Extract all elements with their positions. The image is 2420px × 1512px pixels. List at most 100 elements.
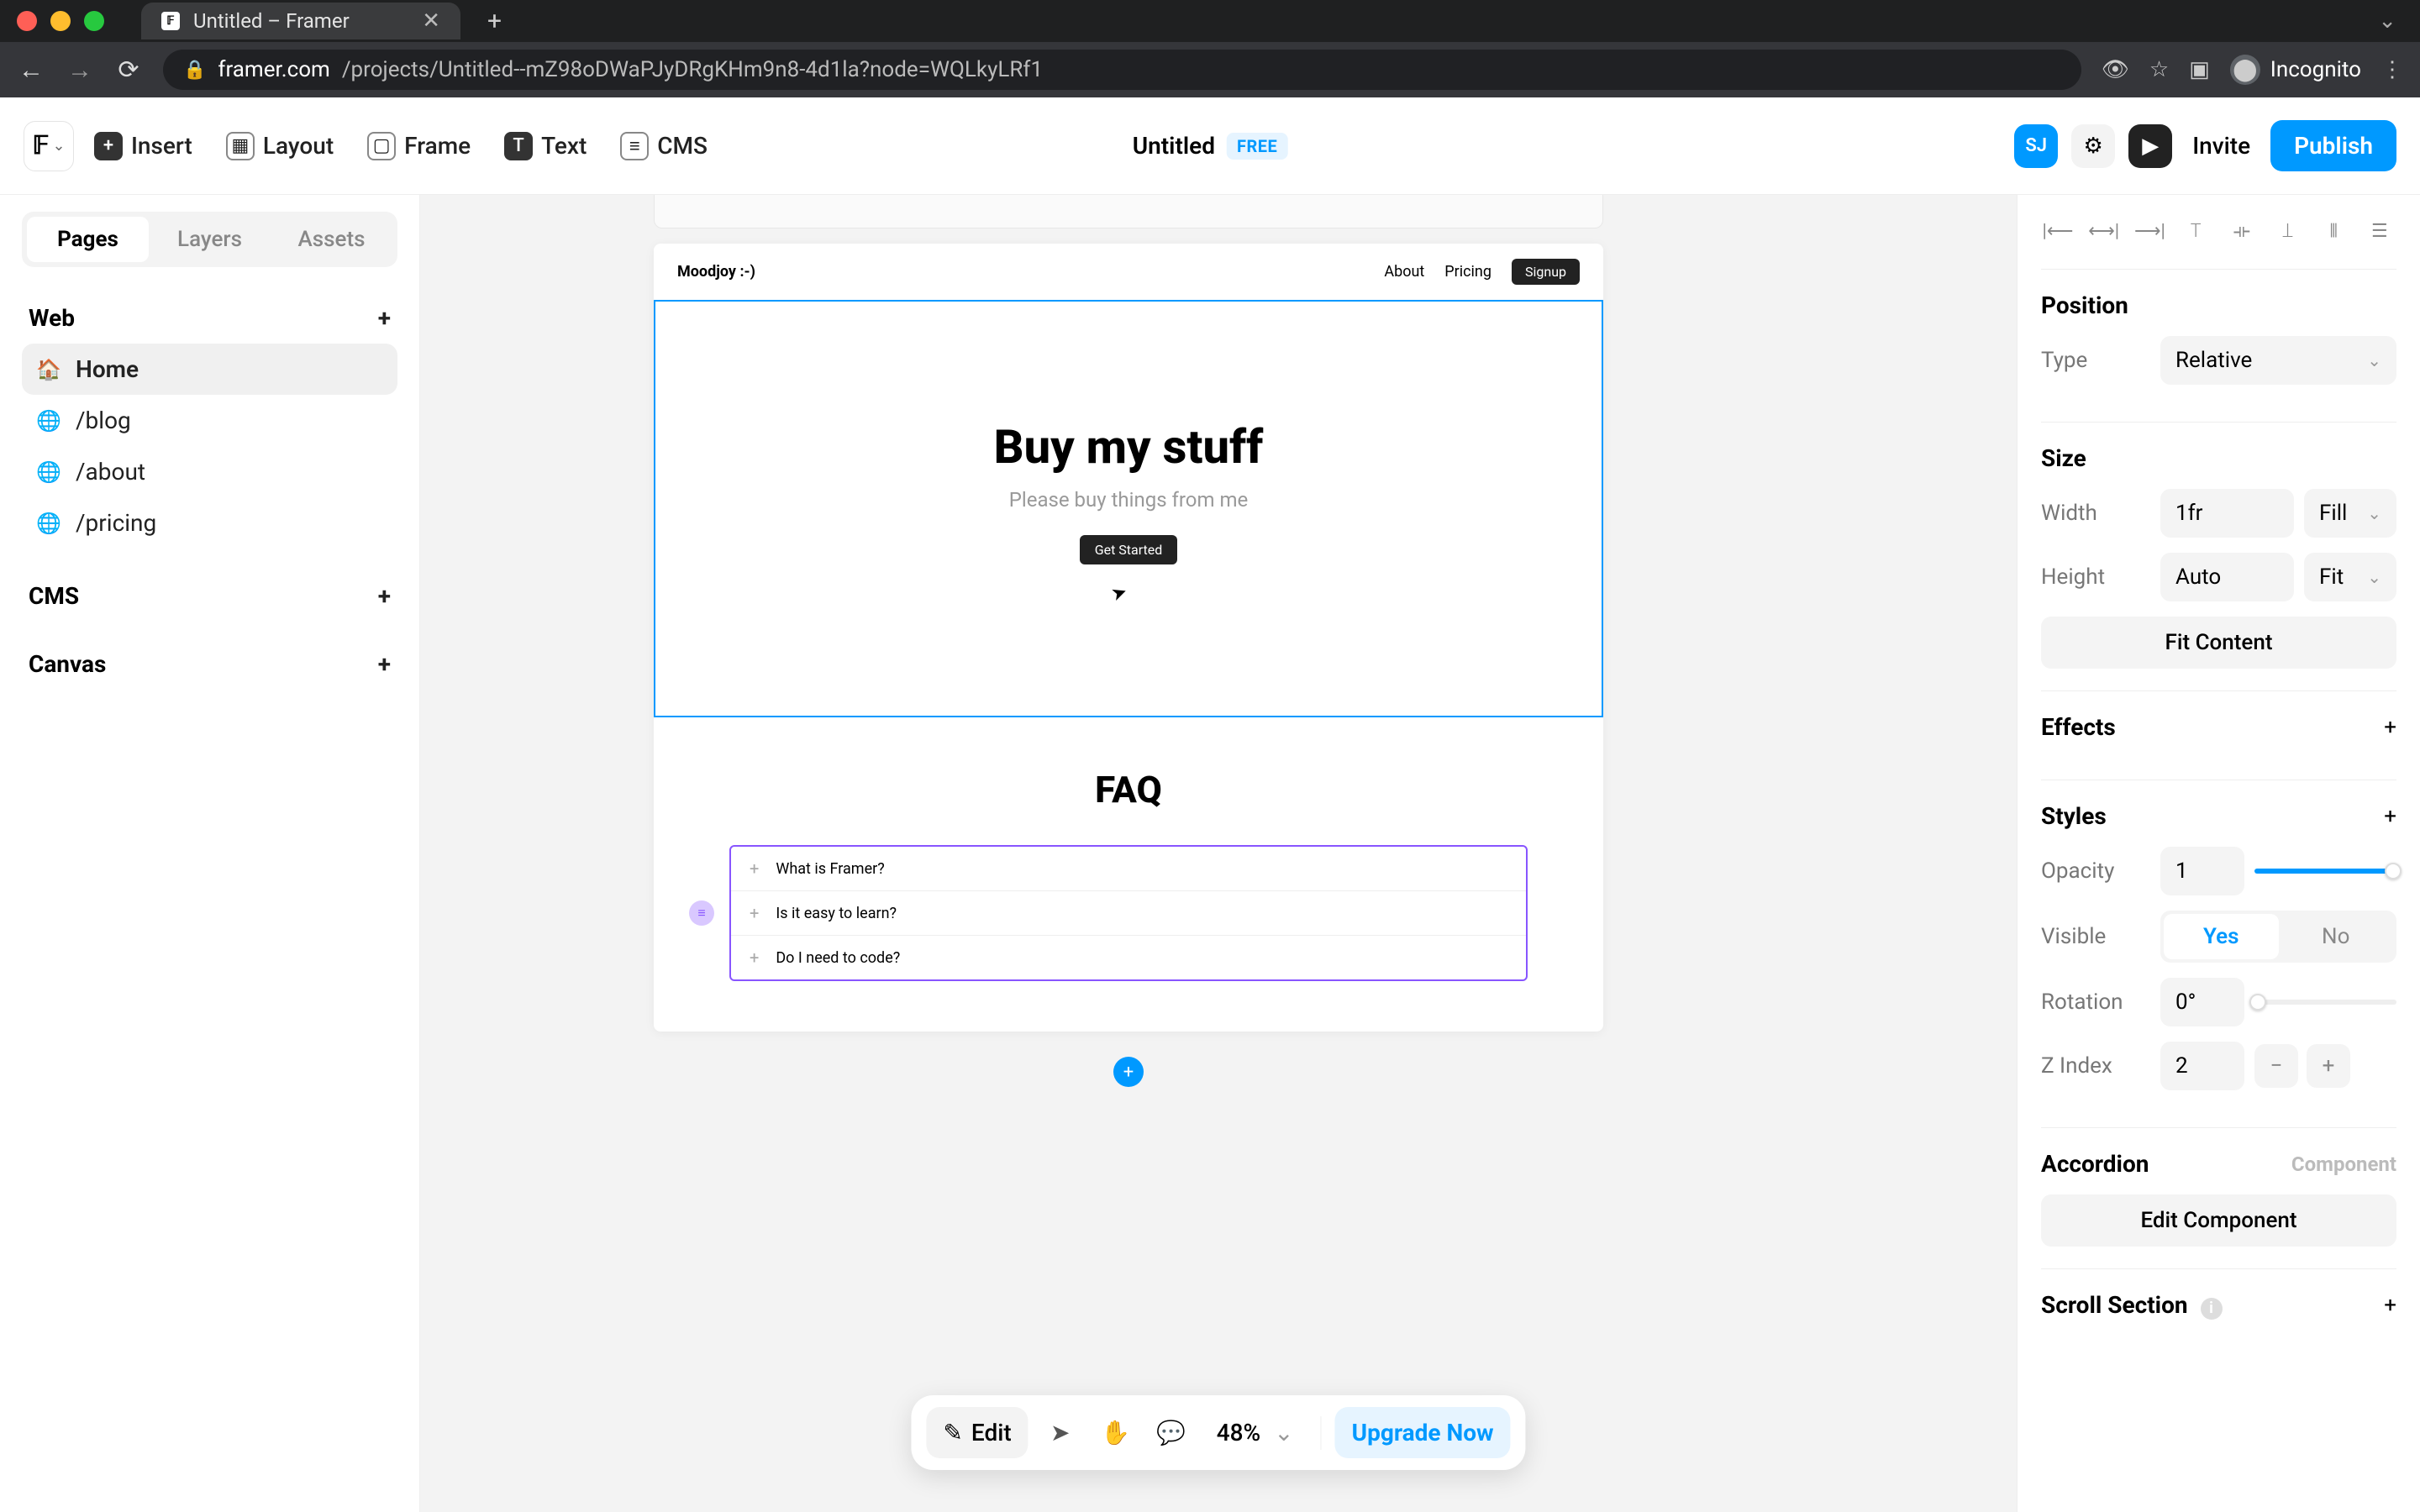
align-center-h-icon[interactable]: ⟷| bbox=[2087, 218, 2121, 244]
eye-off-icon[interactable]: 👁 bbox=[2102, 57, 2129, 82]
align-top-icon[interactable]: ⟙ bbox=[2179, 218, 2212, 244]
styles-title: Styles bbox=[2041, 802, 2107, 830]
visible-yes[interactable]: Yes bbox=[2164, 914, 2279, 959]
slider-thumb[interactable] bbox=[2385, 863, 2402, 879]
tabs-overflow-icon[interactable]: ⌄ bbox=[2378, 8, 2396, 34]
bookmark-star-icon[interactable]: ☆ bbox=[2149, 57, 2169, 82]
user-avatar[interactable]: SJ bbox=[2014, 124, 2058, 168]
hand-tool-button[interactable]: ✋ bbox=[1092, 1407, 1139, 1458]
left-sidebar: Pages Layers Assets Web + 🏠 Home 🌐 /blog… bbox=[0, 195, 420, 1512]
visible-no[interactable]: No bbox=[2279, 914, 2394, 959]
rotation-slider[interactable] bbox=[2254, 1000, 2396, 1005]
page-item-about[interactable]: 🌐 /about bbox=[22, 446, 397, 497]
rotation-input[interactable]: 0° bbox=[2160, 978, 2244, 1026]
hand-icon: ✋ bbox=[1101, 1419, 1130, 1446]
slider-thumb[interactable] bbox=[2249, 994, 2266, 1011]
page-item-blog[interactable]: 🌐 /blog bbox=[22, 395, 397, 446]
faq-section[interactable]: FAQ ≡ + What is Framer? + Is it easy to … bbox=[654, 717, 1603, 1032]
zindex-input[interactable]: 2 bbox=[2160, 1042, 2244, 1090]
framer-menu-button[interactable]: 𝔽 ⌄ bbox=[24, 121, 74, 171]
edit-component-button[interactable]: Edit Component bbox=[2041, 1194, 2396, 1247]
align-bottom-icon[interactable]: ⟘ bbox=[2271, 218, 2305, 244]
position-type-select[interactable]: Relative ⌄ bbox=[2160, 336, 2396, 385]
tab-pages[interactable]: Pages bbox=[27, 217, 149, 262]
close-tab-icon[interactable]: ✕ bbox=[422, 8, 440, 34]
globe-icon: 🌐 bbox=[37, 460, 60, 484]
zindex-decrement[interactable]: − bbox=[2254, 1044, 2298, 1088]
opacity-slider[interactable] bbox=[2254, 869, 2396, 874]
text-button[interactable]: T Text bbox=[491, 123, 600, 169]
comment-tool-button[interactable]: 💬 bbox=[1148, 1407, 1195, 1458]
component-handle-icon[interactable]: ≡ bbox=[689, 900, 714, 926]
doc-title[interactable]: Untitled bbox=[1133, 132, 1215, 160]
frame-button[interactable]: ▢ Frame bbox=[354, 123, 484, 169]
invite-button[interactable]: Invite bbox=[2186, 132, 2257, 160]
height-input[interactable]: Auto bbox=[2160, 553, 2294, 601]
layout-label: Layout bbox=[263, 132, 334, 160]
accordion-item[interactable]: + Do I need to code? bbox=[731, 936, 1526, 979]
plus-icon: + bbox=[1123, 1062, 1134, 1083]
add-style-icon[interactable]: + bbox=[2384, 804, 2396, 829]
forward-icon[interactable]: → bbox=[66, 55, 94, 85]
page-item-home[interactable]: 🏠 Home bbox=[22, 344, 397, 395]
align-center-v-icon[interactable]: ⟛ bbox=[2225, 218, 2259, 244]
panel-icon[interactable]: ▣ bbox=[2189, 57, 2210, 82]
position-title: Position bbox=[2041, 291, 2396, 319]
settings-button[interactable]: ⚙ bbox=[2071, 124, 2115, 168]
url-field[interactable]: 🔒 framer.com/projects/Untitled--mZ98oDWa… bbox=[163, 50, 2081, 90]
page-item-pricing[interactable]: 🌐 /pricing bbox=[22, 497, 397, 549]
height-mode-select[interactable]: Fit ⌄ bbox=[2304, 553, 2396, 601]
accordion-question: What is Framer? bbox=[776, 860, 884, 878]
edit-mode-button[interactable]: ✎ Edit bbox=[926, 1407, 1028, 1458]
new-tab-button[interactable]: + bbox=[487, 7, 502, 36]
browser-urlbar: ← → ⟳ 🔒 framer.com/projects/Untitled--mZ… bbox=[0, 42, 2420, 97]
add-scroll-icon[interactable]: + bbox=[2384, 1293, 2396, 1318]
zindex-value: 2 bbox=[2175, 1053, 2188, 1079]
reload-icon[interactable]: ⟳ bbox=[114, 55, 143, 85]
distribute-v-icon[interactable]: ☰ bbox=[2363, 218, 2396, 244]
preview-button[interactable]: ▶ bbox=[2128, 124, 2172, 168]
width-mode: Fill bbox=[2319, 501, 2347, 526]
add-canvas-icon[interactable]: + bbox=[378, 650, 391, 678]
align-right-icon[interactable]: ⟶| bbox=[2133, 218, 2166, 244]
free-badge: FREE bbox=[1227, 133, 1287, 160]
accordion-item[interactable]: + Is it easy to learn? bbox=[731, 891, 1526, 936]
add-effect-icon[interactable]: + bbox=[2384, 715, 2396, 740]
zoom-control[interactable]: 48% ⌄ bbox=[1203, 1419, 1307, 1446]
back-icon[interactable]: ← bbox=[17, 55, 45, 85]
zindex-increment[interactable]: + bbox=[2307, 1044, 2350, 1088]
add-section-fab[interactable]: + bbox=[1113, 1057, 1144, 1087]
select-tool-button[interactable]: ➤ bbox=[1037, 1407, 1084, 1458]
hero-section[interactable]: Buy my stuff Please buy things from me G… bbox=[654, 300, 1603, 717]
info-icon[interactable]: i bbox=[2201, 1298, 2223, 1320]
scroll-title: Scroll Section bbox=[2041, 1291, 2188, 1319]
minimize-window-icon[interactable] bbox=[50, 11, 71, 31]
width-input[interactable]: 1fr bbox=[2160, 489, 2294, 538]
accordion-component[interactable]: ≡ + What is Framer? + Is it easy to lear… bbox=[729, 845, 1528, 981]
incognito-badge[interactable]: ⬤ Incognito bbox=[2230, 55, 2361, 85]
fit-content-button[interactable]: Fit Content bbox=[2041, 617, 2396, 669]
canvas[interactable]: Moodjoy :-) About Pricing Signup Buy my … bbox=[420, 195, 2017, 1512]
favicon-icon: 𝔽 bbox=[161, 12, 180, 30]
add-page-icon[interactable]: + bbox=[378, 304, 391, 332]
layout-button[interactable]: ▦ Layout bbox=[213, 123, 347, 169]
tab-assets[interactable]: Assets bbox=[271, 217, 392, 262]
upgrade-button[interactable]: Upgrade Now bbox=[1335, 1407, 1511, 1458]
cms-button[interactable]: ≡ CMS bbox=[607, 123, 721, 169]
maximize-window-icon[interactable] bbox=[84, 11, 104, 31]
artboard[interactable]: Moodjoy :-) About Pricing Signup Buy my … bbox=[654, 244, 1603, 1032]
opacity-input[interactable]: 1 bbox=[2160, 847, 2244, 895]
add-cms-icon[interactable]: + bbox=[378, 582, 391, 610]
kebab-menu-icon[interactable]: ⋮ bbox=[2381, 57, 2403, 82]
close-window-icon[interactable] bbox=[17, 11, 37, 31]
distribute-h-icon[interactable]: ⫴ bbox=[2317, 218, 2350, 244]
width-mode-select[interactable]: Fill ⌄ bbox=[2304, 489, 2396, 538]
publish-button[interactable]: Publish bbox=[2270, 120, 2396, 171]
insert-button[interactable]: + Insert bbox=[81, 123, 206, 169]
accordion-item[interactable]: + What is Framer? bbox=[731, 847, 1526, 891]
tab-layers[interactable]: Layers bbox=[149, 217, 271, 262]
gear-icon: ⚙ bbox=[2084, 134, 2103, 159]
align-left-icon[interactable]: |⟵ bbox=[2041, 218, 2075, 244]
artboard-header[interactable] bbox=[654, 195, 1603, 228]
browser-tab[interactable]: 𝔽 Untitled – Framer ✕ bbox=[141, 3, 460, 39]
